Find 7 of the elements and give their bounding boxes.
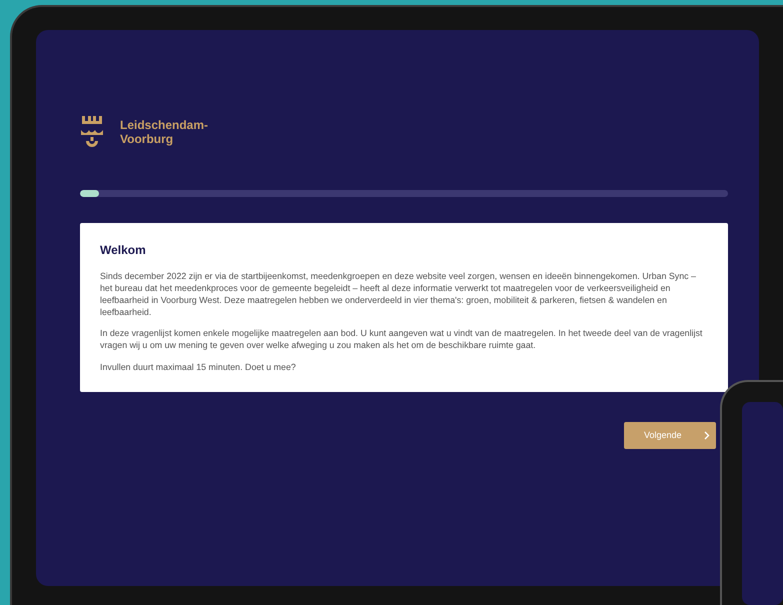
intro-paragraph: Invullen duurt maximaal 15 minuten. Doet u mee? — [100, 362, 297, 374]
card-title: Welkom — [100, 242, 147, 259]
next-button[interactable]: Volgende — [624, 422, 716, 449]
intro-paragraph: In deze vragenlijst komen enkele mogelijke maatregelen aan bod. U kunt aangeven wat u vindt van de maatregelen. In het tweede deel van de vragenlijst vragen wij u om uw mening te geven over welke afweging u zou maken als het om de beschikbare ruimte gaat. — [100, 328, 704, 352]
chevron-right-icon — [704, 430, 710, 440]
logo-text: Leidschendam- Voorburg — [120, 119, 208, 147]
intro-paragraph: Sinds december 2022 zijn er via de startbijeenkomst, meedenkgroepen en deze website veel zorgen, wensen en ideeën binnengekomen. Urban Sync – het bureau dat het meedenkproces voor de gemeente begeleidt – heeft al deze informatie verwerkt tot maatregelen voor de verkeersveiligheid en leefbaarheid in Voorburg West. Deze maatregelen hebben we onderverdeeld in vier thema's: groen, mobiliteit & parkeren, fietsen & wandelen en leefbaarheid. — [100, 271, 697, 318]
